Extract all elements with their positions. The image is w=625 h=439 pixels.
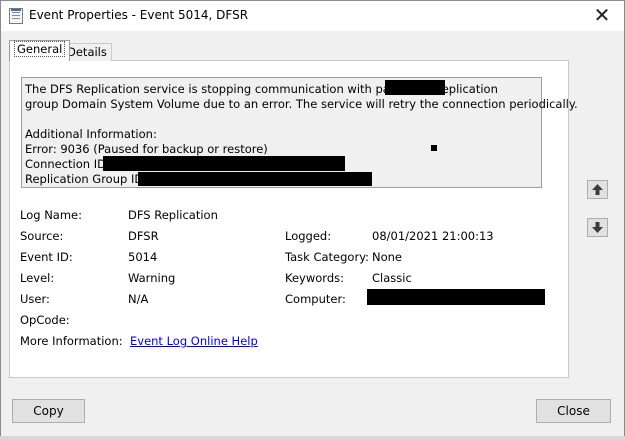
log-name-value: DFS Replication	[128, 208, 218, 222]
title-bar: Event Properties - Event 5014, DFSR ✕	[1, 1, 624, 31]
redacted-mark	[431, 145, 437, 151]
copy-button[interactable]: Copy	[12, 399, 85, 423]
window-close-icon[interactable]: ✕	[590, 4, 614, 26]
user-value: N/A	[128, 292, 149, 306]
arrow-up-icon	[592, 184, 603, 195]
event-id-label: Event ID:	[20, 250, 73, 264]
redacted-computer-name	[367, 289, 545, 305]
level-value: Warning	[128, 271, 176, 285]
task-category-value: None	[372, 250, 403, 264]
user-label: User:	[20, 292, 50, 306]
event-properties-window: Event Properties - Event 5014, DFSR ✕ Ge…	[0, 0, 625, 439]
task-category-label: Task Category:	[285, 250, 370, 264]
log-name-label: Log Name:	[20, 208, 82, 222]
redacted-connection-id	[103, 156, 345, 171]
event-viewer-app-icon	[9, 8, 23, 24]
previous-event-button[interactable]	[587, 180, 608, 199]
arrow-down-icon	[592, 222, 603, 233]
redacted-replication-group-id	[138, 172, 372, 186]
source-value: DFSR	[128, 229, 159, 243]
logged-value: 08/01/2021 21:00:13	[372, 229, 494, 243]
description-additional-info: Additional Information:	[25, 127, 157, 141]
description-error: Error: 9036 (Paused for backup or restor…	[25, 142, 268, 156]
level-label: Level:	[20, 271, 55, 285]
keywords-label: Keywords:	[285, 271, 344, 285]
close-button[interactable]: Close	[536, 399, 611, 423]
logged-label: Logged:	[285, 229, 332, 243]
redacted-partner-name	[385, 80, 445, 95]
description-line-partner: The DFS Replication service is stopping …	[25, 82, 498, 96]
description-line-group: group Domain System Volume due to an err…	[25, 97, 578, 111]
opcode-label: OpCode:	[20, 313, 70, 327]
source-label: Source:	[20, 229, 64, 243]
event-id-value: 5014	[128, 250, 158, 264]
event-log-online-help-link[interactable]: Event Log Online Help	[130, 334, 258, 348]
tab-general-label: General	[14, 41, 66, 57]
next-event-button[interactable]	[587, 218, 608, 237]
window-title: Event Properties - Event 5014, DFSR	[29, 8, 249, 22]
keywords-value: Classic	[372, 271, 412, 285]
tab-general[interactable]: General	[9, 40, 71, 61]
more-information-label: More Information:	[20, 334, 123, 348]
computer-label: Computer:	[285, 292, 346, 306]
